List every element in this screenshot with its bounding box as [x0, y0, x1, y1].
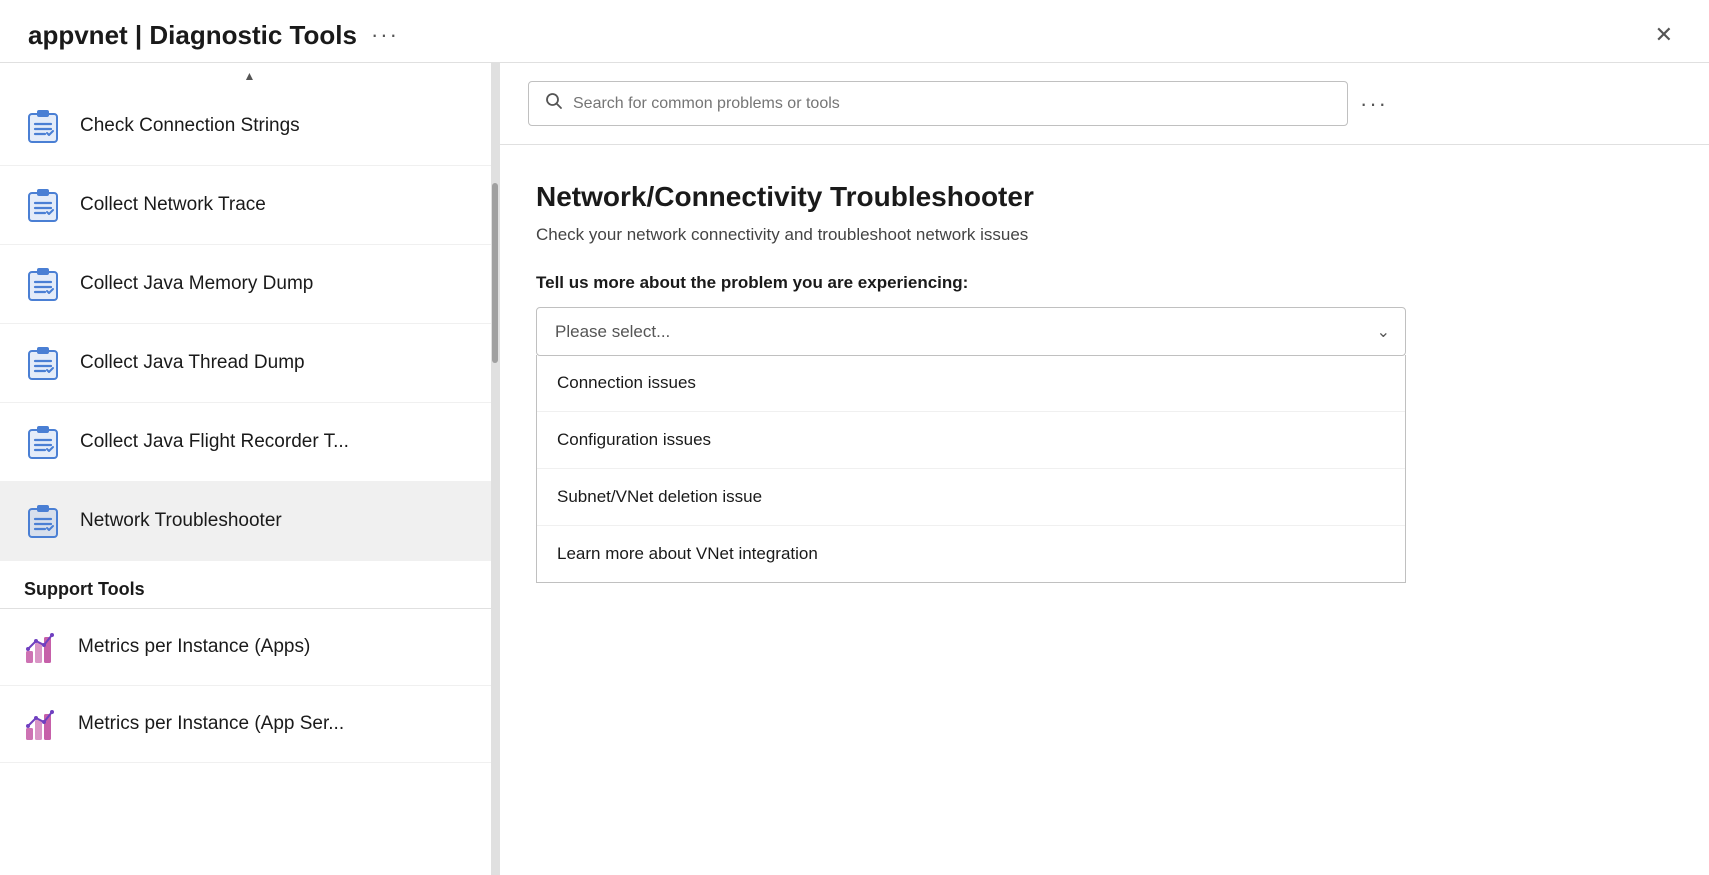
clipboard-icon — [24, 344, 62, 382]
sidebar-items-container: Check Connection Strings Collect Network… — [0, 87, 499, 561]
scroll-up-indicator[interactable]: ▲ — [0, 63, 499, 87]
search-input[interactable] — [573, 95, 1331, 113]
sidebar-item-collect-java-memory-dump[interactable]: Collect Java Memory Dump — [0, 245, 499, 324]
sidebar-item-label: Collect Java Flight Recorder T... — [80, 431, 349, 453]
search-bar-container: ··· — [500, 63, 1709, 145]
clipboard-icon — [24, 265, 62, 303]
search-bar — [528, 81, 1348, 126]
sidebar-item-label: Collect Java Thread Dump — [80, 352, 305, 374]
clipboard-icon — [24, 502, 62, 540]
support-tools-header: Support Tools — [0, 561, 499, 609]
clipboard-icon — [24, 186, 62, 224]
sidebar-item-metrics-per-instance-appser[interactable]: Metrics per Instance (App Ser... — [0, 686, 499, 763]
sidebar-scrollbar[interactable] — [491, 63, 499, 875]
sidebar-item-label: Metrics per Instance (Apps) — [78, 636, 310, 658]
sidebar-item-label: Metrics per Instance (App Ser... — [78, 713, 344, 735]
sidebar-item-metrics-per-instance-apps[interactable]: Metrics per Instance (Apps) — [0, 609, 499, 686]
search-icon — [545, 92, 563, 115]
sidebar-item-label: Check Connection Strings — [80, 115, 300, 137]
dropdown-options-list: Connection issuesConfiguration issuesSub… — [536, 355, 1406, 583]
title-options-button[interactable]: ··· — [371, 22, 399, 48]
tool-title: Network/Connectivity Troubleshooter — [536, 181, 1673, 213]
sidebar-item-label: Collect Java Memory Dump — [80, 273, 313, 295]
tool-content: Network/Connectivity Troubleshooter Chec… — [500, 145, 1709, 583]
sidebar-item-label: Network Troubleshooter — [80, 510, 282, 532]
search-options-button[interactable]: ··· — [1360, 91, 1388, 117]
dropdown-option[interactable]: Connection issues — [537, 355, 1405, 412]
metrics-icon — [24, 629, 60, 665]
title-bar: appvnet | Diagnostic Tools ··· ✕ — [0, 0, 1709, 63]
problem-dropdown-wrapper: Please select... Connection issuesConfig… — [536, 307, 1406, 356]
sidebar-item-label: Collect Network Trace — [80, 194, 266, 216]
sidebar-item-collect-java-flight-recorder[interactable]: Collect Java Flight Recorder T... — [0, 403, 499, 482]
clipboard-icon — [24, 107, 62, 145]
metrics-icon — [24, 706, 60, 742]
title-bar-left: appvnet | Diagnostic Tools ··· — [28, 20, 399, 51]
main-layout: ▲ Check Connection Strings Collect Netwo… — [0, 63, 1709, 875]
clipboard-icon — [24, 423, 62, 461]
sidebar-item-collect-network-trace[interactable]: Collect Network Trace — [0, 166, 499, 245]
sidebar: ▲ Check Connection Strings Collect Netwo… — [0, 63, 500, 875]
scroll-up-arrow: ▲ — [244, 69, 256, 83]
sidebar-item-network-troubleshooter[interactable]: Network Troubleshooter — [0, 482, 499, 561]
content-area: ··· Network/Connectivity Troubleshooter … — [500, 63, 1709, 875]
problem-label: Tell us more about the problem you are e… — [536, 273, 1673, 293]
scrollbar-thumb — [492, 183, 498, 363]
dropdown-option[interactable]: Configuration issues — [537, 412, 1405, 469]
sidebar-item-check-connection-strings[interactable]: Check Connection Strings — [0, 87, 499, 166]
problem-dropdown[interactable]: Please select... Connection issuesConfig… — [536, 307, 1406, 356]
sidebar-item-collect-java-thread-dump[interactable]: Collect Java Thread Dump — [0, 324, 499, 403]
dropdown-option[interactable]: Learn more about VNet integration — [537, 526, 1405, 582]
close-button[interactable]: ✕ — [1647, 18, 1681, 52]
tool-description: Check your network connectivity and trou… — [536, 225, 1673, 245]
sidebar-support-container: Metrics per Instance (Apps) Metrics per … — [0, 609, 499, 763]
page-title: appvnet | Diagnostic Tools — [28, 20, 357, 51]
dropdown-option[interactable]: Subnet/VNet deletion issue — [537, 469, 1405, 526]
